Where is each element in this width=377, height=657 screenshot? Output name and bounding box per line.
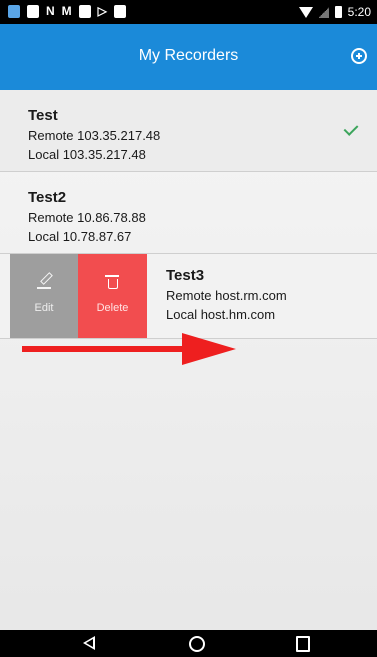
add-recorder-button[interactable]	[351, 48, 367, 64]
recorder-item-test2[interactable]: Test2 Remote 10.86.78.88 Local 10.78.87.…	[0, 172, 377, 254]
wifi-icon	[298, 6, 313, 18]
gallery-icon	[8, 5, 20, 18]
recents-icon[interactable]	[296, 636, 310, 652]
navigation-bar	[0, 630, 377, 657]
page-title: My Recorders	[138, 47, 239, 64]
trash-lid	[105, 275, 119, 277]
recorder-local: Local 103.35.217.48	[28, 147, 146, 162]
recorder-item-test3[interactable]: Edit Delete Test3 Remote host.rm.com Loc…	[0, 254, 377, 339]
recorder-local: Local host.hm.com	[166, 307, 276, 322]
check-icon	[343, 121, 359, 136]
recorder-name: Test2	[28, 189, 67, 206]
edit-button[interactable]: Edit	[10, 254, 78, 338]
recorder-info: Test3 Remote host.rm.com Local host.hm.c…	[166, 266, 287, 324]
recorder-list: Test Remote 103.35.217.48 Local 103.35.2…	[0, 90, 377, 339]
trash-icon	[108, 279, 118, 289]
swipe-arrow-shaft	[22, 346, 190, 352]
pencil-underline	[37, 287, 51, 289]
recorder-info: Test Remote 103.35.217.48 Local 103.35.2…	[28, 106, 160, 164]
play-store-icon: ▷	[97, 4, 107, 18]
signal-icon	[318, 6, 329, 18]
battery-icon	[334, 6, 342, 18]
n-icon: N	[46, 4, 55, 18]
app-bar: My Recorders	[0, 24, 377, 90]
phone-icon	[78, 5, 91, 18]
media-icon	[113, 5, 126, 18]
recorder-remote: Remote 10.86.78.88	[28, 210, 146, 225]
recorder-item-test[interactable]: Test Remote 103.35.217.48 Local 103.35.2…	[0, 90, 377, 172]
recorder-remote: Remote 103.35.217.48	[28, 128, 161, 143]
message-icon	[27, 5, 39, 18]
recorder-name: Test	[28, 107, 58, 124]
recorder-remote: Remote host.rm.com	[166, 288, 287, 303]
notification-icons: N M ▷	[8, 5, 126, 18]
delete-label: Delete	[96, 302, 129, 314]
recorder-info: Test2 Remote 10.86.78.88 Local 10.78.87.…	[28, 188, 146, 246]
edit-label: Edit	[34, 302, 54, 314]
swipe-arrow-head	[182, 333, 236, 365]
back-icon[interactable]	[83, 636, 95, 650]
m-icon: M	[61, 4, 72, 18]
clock: 5:20	[347, 5, 371, 19]
system-icons: 5:20	[298, 4, 371, 20]
delete-button[interactable]: Delete	[78, 254, 147, 338]
recorder-local: Local 10.78.87.67	[28, 229, 132, 244]
status-bar: N M ▷ 5:20	[0, 0, 377, 24]
pencil-icon	[40, 272, 53, 285]
home-icon[interactable]	[189, 636, 205, 652]
recorder-name: Test3	[166, 267, 205, 284]
